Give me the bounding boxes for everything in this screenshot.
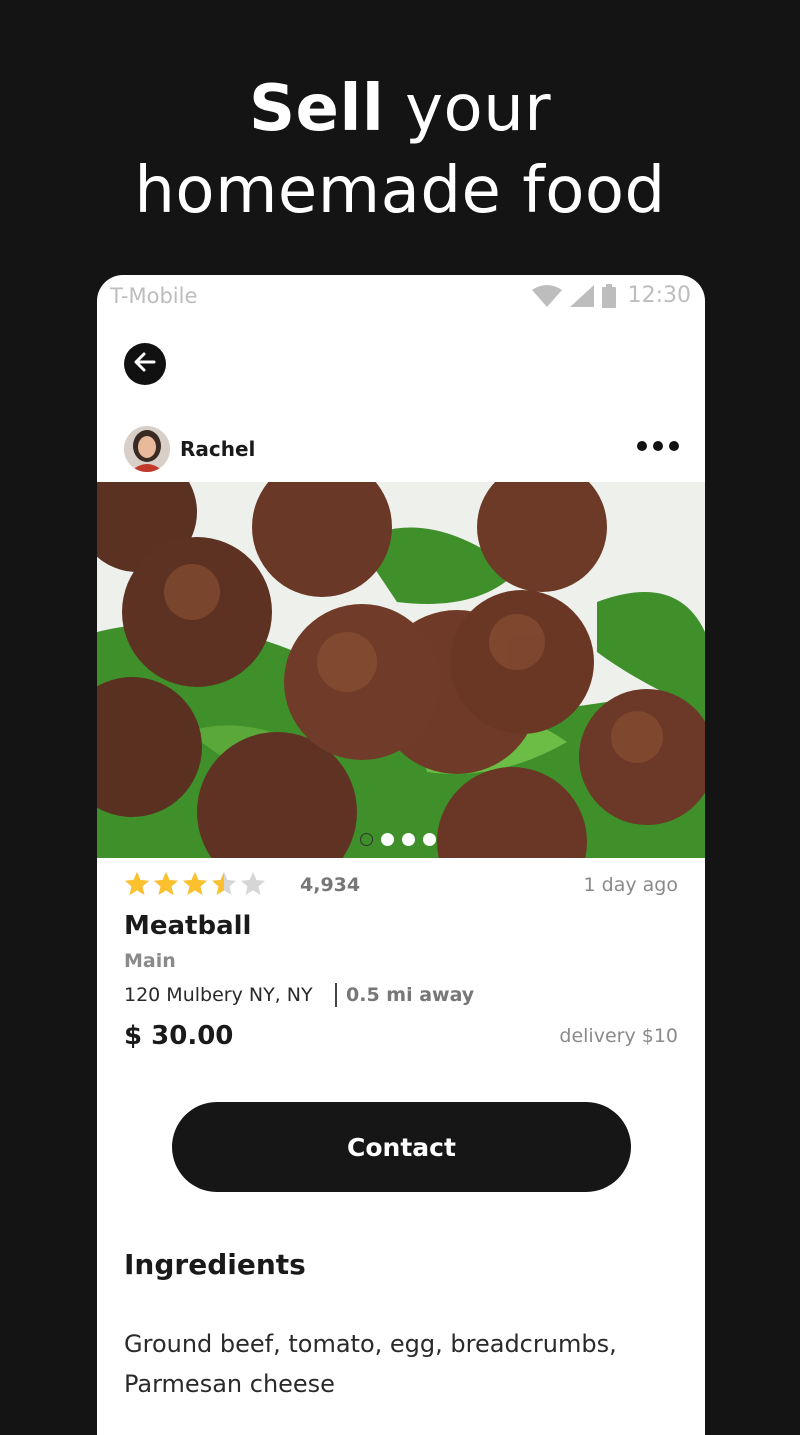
page-dot[interactable] (423, 833, 436, 846)
distance: 0.5 mi away (346, 984, 475, 1006)
battery-icon (601, 283, 616, 308)
seller-name[interactable]: Rachel (180, 437, 255, 461)
rating-stars (124, 871, 266, 901)
ingredients-title: Ingredients (124, 1248, 306, 1281)
status-icons: 12:30 (531, 283, 691, 308)
delivery-fee: delivery $10 (559, 1025, 678, 1047)
contact-button[interactable]: Contact (172, 1102, 631, 1192)
more-dot (669, 441, 679, 451)
carrier-label: T-Mobile (110, 284, 198, 308)
dish-category: Main (124, 950, 176, 972)
address: 120 Mulbery NY, NY (124, 984, 313, 1006)
posted-time: 1 day ago (583, 874, 678, 896)
page-dot[interactable] (360, 833, 373, 846)
headline-bold: Sell (248, 72, 385, 146)
star-icon (153, 871, 179, 901)
price: $ 30.00 (124, 1021, 234, 1051)
ingredients-text: Ground beef, tomato, egg, breadcrumbs, P… (124, 1330, 617, 1398)
star-icon (211, 871, 237, 901)
more-dot (653, 441, 663, 451)
rating-count: 4,934 (300, 874, 361, 896)
phone-screen: T-Mobile 12:30 Rachel 4,934 1 day ago Me… (97, 275, 705, 1435)
page-dot[interactable] (381, 833, 394, 846)
more-dots-icon (637, 441, 647, 451)
dish-name: Meatball (124, 911, 252, 941)
photo-pagination (360, 833, 436, 846)
signal-icon (569, 284, 594, 307)
headline: Sell your homemade food (0, 68, 800, 232)
star-icon (124, 871, 150, 901)
star-icon (182, 871, 208, 901)
seller-avatar[interactable] (124, 426, 170, 472)
back-button[interactable] (124, 343, 166, 385)
status-time: 12:30 (627, 283, 691, 308)
headline-rest: your (384, 72, 552, 146)
star-icon (240, 871, 266, 901)
wifi-icon (531, 284, 562, 307)
food-photo[interactable] (97, 482, 705, 858)
more-options-button[interactable] (637, 441, 679, 451)
address-divider (335, 983, 337, 1007)
arrow-left-icon (132, 349, 158, 379)
page-dot[interactable] (402, 833, 415, 846)
status-bar: T-Mobile 12:30 (97, 275, 705, 317)
headline-line2: homemade food (134, 154, 666, 228)
